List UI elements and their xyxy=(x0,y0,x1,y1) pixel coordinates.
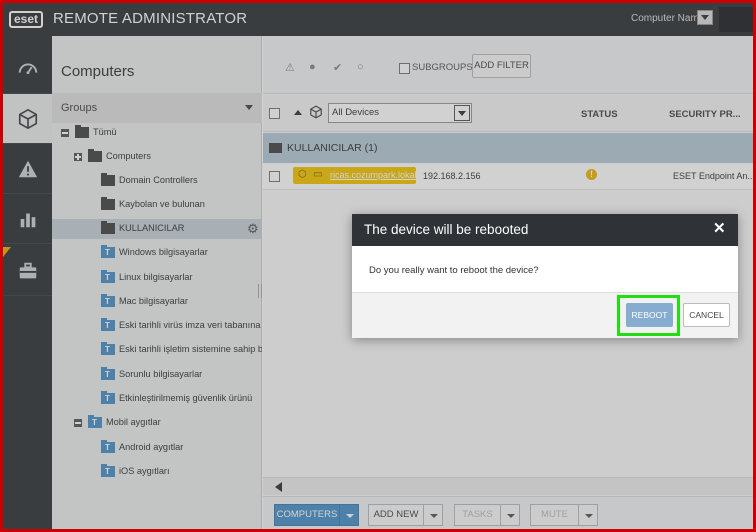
dialog-title: The device will be rebooted xyxy=(364,222,529,237)
cancel-button[interactable]: CANCEL xyxy=(683,303,730,327)
reboot-dialog: The device will be rebooted ✕ Do you rea… xyxy=(352,214,738,338)
close-icon[interactable]: ✕ xyxy=(713,221,726,236)
app-window: eset REMOTE ADMINISTRATOR Computer Name … xyxy=(3,3,753,529)
dialog-footer: REBOOT CANCEL xyxy=(352,292,738,338)
dialog-header: The device will be rebooted ✕ xyxy=(352,214,738,246)
dialog-message: Do you really want to reboot the device? xyxy=(369,265,539,276)
reboot-button[interactable]: REBOOT xyxy=(626,303,673,327)
